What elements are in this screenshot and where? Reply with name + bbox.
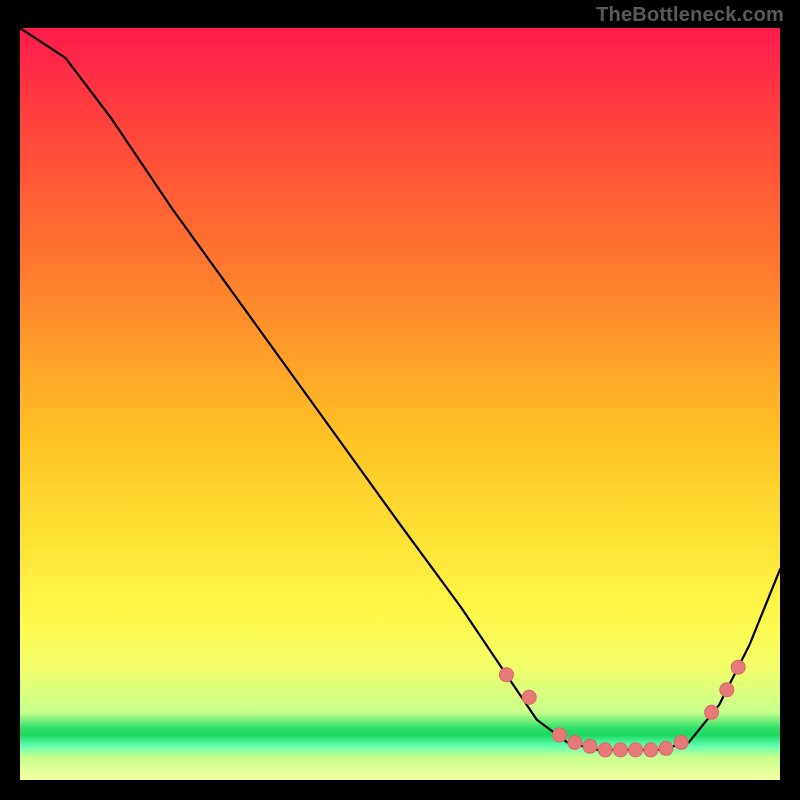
marker-dot <box>644 743 658 757</box>
marker-dot <box>499 668 513 682</box>
marker-dot <box>674 735 688 749</box>
marker-dot <box>522 690 536 704</box>
marker-dot <box>731 660 745 674</box>
marker-group <box>499 660 745 757</box>
marker-dot <box>613 743 627 757</box>
plot-area <box>20 28 780 780</box>
marker-dot <box>553 728 567 742</box>
marker-dot <box>629 743 643 757</box>
marker-dot <box>583 739 597 753</box>
marker-dot <box>568 735 582 749</box>
chart-frame: TheBottleneck.com <box>0 0 800 800</box>
marker-dot <box>659 741 673 755</box>
marker-dot <box>598 743 612 757</box>
marker-dot <box>720 683 734 697</box>
chart-overlay <box>20 28 780 780</box>
marker-dot <box>705 705 719 719</box>
attribution-label: TheBottleneck.com <box>596 4 784 27</box>
curve-line <box>20 28 780 750</box>
